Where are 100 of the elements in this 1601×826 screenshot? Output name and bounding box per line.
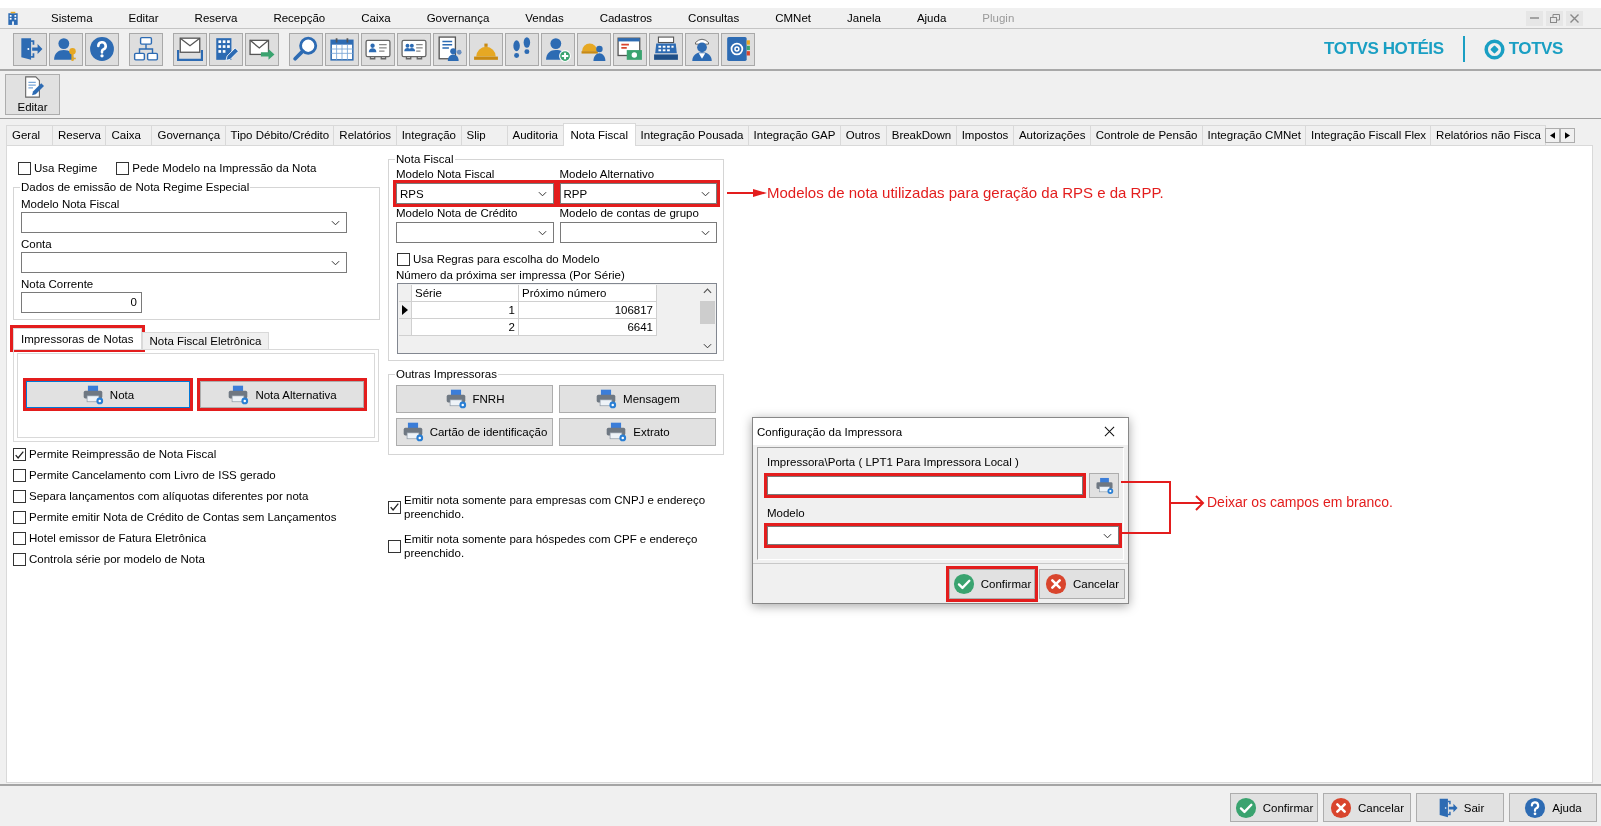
menu-item[interactable]: Recepção (255, 9, 344, 27)
logo-icon (1483, 38, 1505, 60)
menu-item[interactable]: Caixa (343, 9, 409, 27)
cancel-button[interactable]: Cancelar (1323, 793, 1411, 822)
checkbox-label[interactable]: Permite Cancelamento com Livro de ISS gerado (29, 468, 276, 482)
checkbox[interactable] (116, 162, 130, 175)
column-header[interactable]: Série (412, 285, 519, 302)
help-button[interactable]: Ajuda (1509, 793, 1597, 822)
edit-button[interactable]: Editar (5, 74, 60, 115)
checkbox-label[interactable]: Pede Modelo na Impressão da Nota (132, 161, 317, 175)
toolbar-button[interactable] (721, 32, 755, 66)
printer-button[interactable]: Cartão de identificação (396, 418, 553, 446)
menu-item[interactable]: Reserva (176, 9, 256, 27)
toolbar-button[interactable] (49, 32, 83, 66)
toolbar-button[interactable] (325, 32, 359, 66)
checkbox[interactable] (13, 469, 26, 482)
row-pointer-icon (402, 305, 408, 315)
input-field[interactable]: 0 (21, 292, 142, 313)
menu-item[interactable]: Consultas (670, 9, 758, 27)
dropdown-field[interactable]: RPP (559, 183, 717, 204)
menu-item[interactable]: CMNet (757, 9, 829, 27)
confirm-button[interactable]: Confirmar (949, 568, 1035, 599)
toolbar-button[interactable] (649, 32, 683, 66)
checkbox[interactable] (388, 539, 401, 553)
checkbox-label[interactable]: Separa lançamentos com alíquotas diferentes por nota (29, 489, 309, 503)
checkbox-label[interactable]: Hotel emissor de Fatura Eletrônica (29, 531, 207, 545)
toolbar-button[interactable] (361, 32, 395, 66)
checkbox-label[interactable]: Permite Reimpressão de Nota Fiscal (29, 447, 217, 461)
x-circle-icon (1330, 796, 1352, 819)
dropdown-field[interactable] (21, 252, 347, 273)
checkbox[interactable] (13, 448, 26, 461)
toolbar-button[interactable] (613, 32, 647, 66)
scrollbar-thumb[interactable] (700, 301, 715, 324)
toolbar-button[interactable] (129, 32, 163, 66)
checkbox-label[interactable]: Usa Regras para escolha do Modelo (413, 252, 600, 266)
field-label: Modelo Nota Fiscal (21, 197, 121, 211)
toolbar-button[interactable] (577, 32, 611, 66)
tab[interactable]: Nota Fiscal (562, 123, 636, 146)
printer-button[interactable] (1089, 473, 1119, 498)
toolbar-button[interactable] (245, 32, 279, 66)
annotation-text: Deixar os campos em branco. (1207, 494, 1393, 510)
checkbox[interactable] (13, 553, 26, 566)
checkbox-label[interactable]: Controla série por modelo de Nota (29, 552, 205, 566)
cash-register-icon (653, 36, 679, 62)
x-circle-icon (1045, 572, 1067, 595)
menu-item[interactable]: Cadastros (581, 9, 671, 27)
scroll-left-button[interactable] (1545, 128, 1560, 143)
table-cell: 106817 (519, 302, 657, 319)
menu-item[interactable]: Ajuda (898, 9, 965, 27)
checkbox-label[interactable]: Usa Regime (34, 161, 98, 175)
dropdown-field[interactable]: RPS (396, 183, 554, 204)
exit-button[interactable]: Sair (1416, 793, 1504, 822)
toolbar-button[interactable] (505, 32, 539, 66)
toolbar-button[interactable] (433, 32, 467, 66)
table-cell: 1 (412, 302, 519, 319)
printer-button[interactable]: Nota Alternativa (200, 381, 364, 408)
field-label: Modelo (767, 506, 806, 520)
menu-item[interactable]: Governança (408, 9, 508, 27)
checkbox[interactable] (13, 511, 26, 524)
toolbar-button[interactable] (685, 32, 719, 66)
checkbox-label[interactable]: Permite emitir Nota de Crédito de Contas sem Lançamentos (29, 510, 337, 524)
checkbox[interactable] (397, 253, 410, 266)
confirm-button[interactable]: Confirmar (1230, 793, 1318, 822)
toolbar-button[interactable] (541, 32, 575, 66)
printer-button[interactable]: Mensagem (559, 385, 716, 413)
restore-button[interactable] (1546, 10, 1563, 26)
toolbar-button[interactable] (13, 32, 47, 66)
printer-button[interactable]: Nota (26, 381, 190, 408)
toolbar-button[interactable] (289, 32, 323, 66)
checkbox-label[interactable]: Emitir nota somente para empresas com CNPJ e endereço preenchido. (404, 493, 724, 521)
table-cell: 2 (412, 319, 519, 336)
toolbar-button[interactable] (209, 32, 243, 66)
tab[interactable]: Geral (6, 125, 53, 145)
close-icon (1570, 13, 1579, 23)
group-title: Nota Fiscal (395, 153, 455, 165)
toolbar-button[interactable] (397, 32, 431, 66)
dropdown-field[interactable] (559, 222, 717, 243)
printer-button[interactable]: Extrato (559, 418, 716, 446)
column-header[interactable]: Próximo número (519, 285, 657, 302)
scroll-right-button[interactable] (1560, 128, 1575, 143)
tab[interactable]: Impressoras de Notas (13, 328, 142, 349)
tab[interactable]: Relatórios não Fisca (1430, 125, 1546, 145)
menu-item[interactable]: Janela (829, 9, 899, 27)
toolbar-button[interactable] (173, 32, 207, 66)
dropdown-field[interactable] (396, 222, 554, 243)
toolbar-button[interactable] (85, 32, 119, 66)
row-indicator[interactable] (399, 302, 412, 319)
printer-button[interactable]: FNRH (396, 385, 553, 413)
tab[interactable]: Nota Fiscal Eletrônica (141, 332, 270, 349)
checkbox[interactable] (18, 162, 31, 175)
dropdown-field[interactable] (21, 212, 347, 233)
printer-icon (444, 388, 467, 410)
cancel-button[interactable]: Cancelar (1039, 568, 1125, 599)
menu-item[interactable]: Vendas (507, 9, 582, 27)
menu-item[interactable]: Editar (110, 9, 177, 27)
checkbox-label[interactable]: Emitir nota somente para hóspedes com CPF e endereço preenchido. (404, 532, 724, 560)
checkbox[interactable] (13, 532, 26, 545)
checkbox[interactable] (388, 500, 401, 514)
menu-item[interactable]: Sistema (33, 9, 111, 27)
checkbox[interactable] (13, 490, 26, 503)
